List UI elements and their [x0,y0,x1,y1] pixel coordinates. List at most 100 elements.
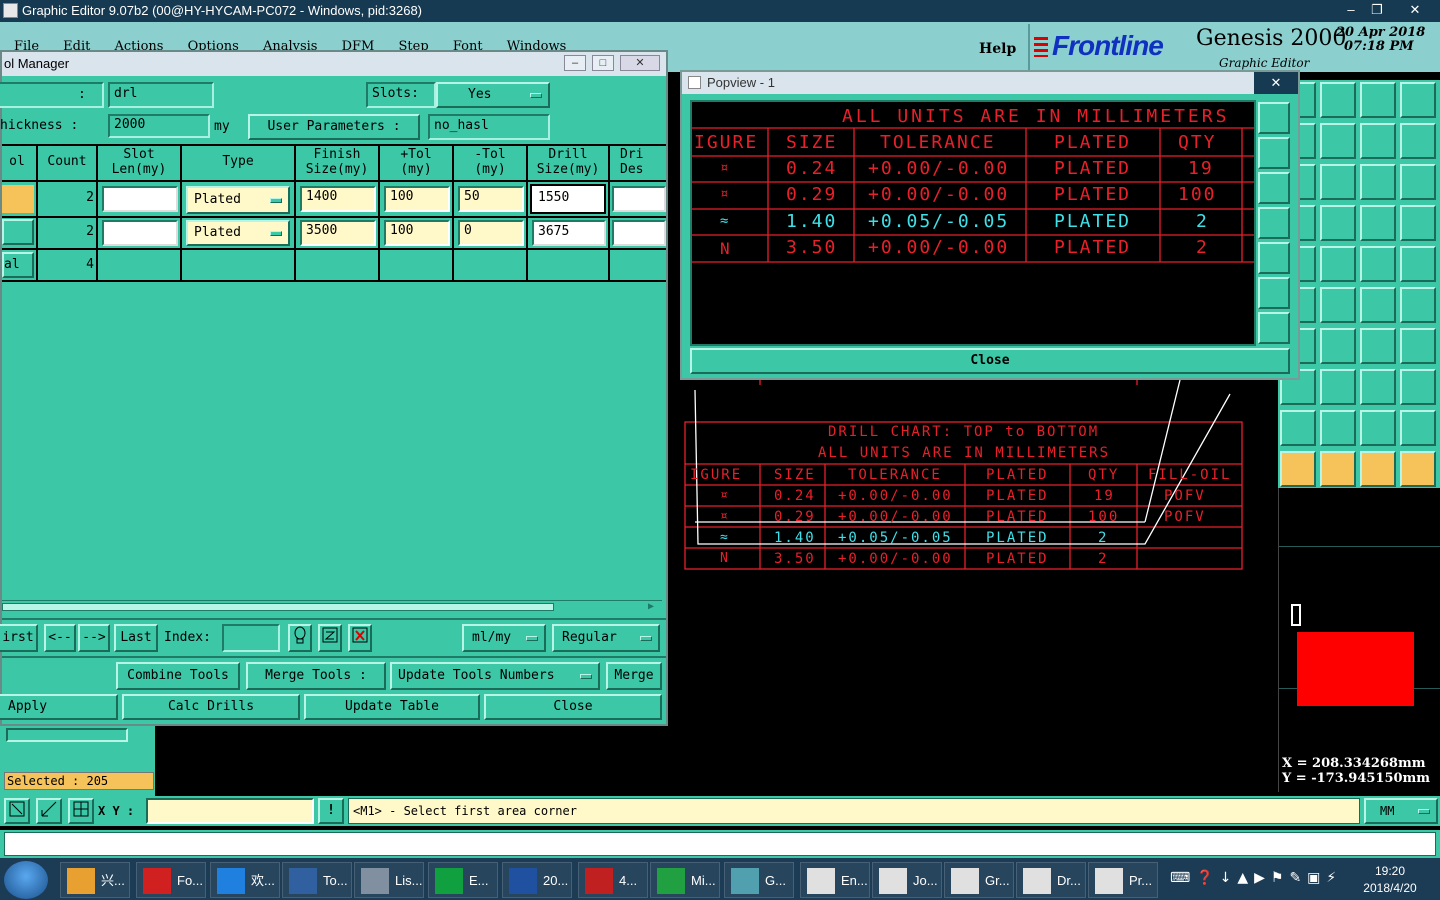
pointer-snap-icon[interactable] [1360,451,1396,487]
update-tools-numbers-select[interactable]: Update Tools Numbers [390,662,600,690]
taskbar-item[interactable]: Gr... [944,862,1014,898]
tray-icons[interactable]: ⌨❓↓▲▶⚑✎▣⚡ [1170,870,1342,886]
tm-maximize-button[interactable]: □ [592,55,614,71]
triangle-icon[interactable] [1400,369,1436,405]
taskbar-item[interactable]: Pr... [1088,862,1158,898]
popview-tool-icon[interactable] [1258,102,1290,134]
next-button[interactable]: --> [78,624,110,652]
table-scrollbar[interactable]: ▶ [2,600,662,614]
cross-icon[interactable] [1320,287,1356,323]
row2-plus-tol-input[interactable]: 100 [384,220,450,246]
link-icon[interactable] [1360,369,1396,405]
popview-tool-icon[interactable] [1258,207,1290,239]
pointer-last-icon[interactable] [1400,451,1436,487]
last-button[interactable]: Last [114,624,158,652]
lightbulb-icon[interactable] [288,624,312,652]
row1-plus-tol-input[interactable]: 100 [384,186,450,212]
row2-type-select[interactable]: Plated [186,220,290,246]
flip-icon[interactable] [1360,123,1396,159]
ruler-icon[interactable] [1320,246,1356,282]
apply-button[interactable]: Apply [0,694,118,720]
popview-close-icon[interactable]: ✕ [1254,72,1298,94]
taskbar-item[interactable]: G... [724,862,794,898]
resize-icon[interactable] [1400,123,1436,159]
prev-button[interactable]: <-- [44,624,76,652]
connect-icon[interactable] [1360,287,1396,323]
row1-finish-input[interactable]: 1400 [300,186,376,212]
row2-minus-tol-input[interactable]: 0 [458,220,524,246]
panel-icon[interactable] [1400,328,1436,364]
taskbar-item[interactable]: 20... [502,862,572,898]
units-mm-select[interactable]: MM [1364,798,1438,824]
close-window-button[interactable]: ✕ [1400,0,1430,20]
popview-close-button[interactable]: Close [690,348,1290,374]
tray-clock[interactable]: 19:20 2018/4/20 [1358,864,1422,895]
row1-minus-tol-input[interactable]: 50 [458,186,524,212]
row1-type-select[interactable]: Plated [186,186,290,214]
taskbar-item[interactable]: To... [282,862,352,898]
move-icon[interactable] [1320,82,1356,118]
taskbar-item[interactable]: Fo... [136,862,206,898]
circle-fill-icon[interactable] [1360,246,1396,282]
slots-select[interactable]: Yes [436,82,550,108]
text-icon[interactable] [1360,328,1396,364]
frame-icon[interactable] [1400,82,1436,118]
user-parameters-input[interactable]: no_hasl [428,114,550,140]
triangle-red-icon[interactable] [1320,410,1356,446]
update-table-button[interactable]: Update Table [304,694,480,720]
popview-tool-icon[interactable] [1258,242,1290,274]
sort-icon[interactable] [318,624,342,652]
merge-button[interactable]: Merge [606,662,662,690]
pointer-select-icon[interactable] [1280,451,1316,487]
arc-icon[interactable] [1400,246,1436,282]
taskbar-item[interactable]: 欢... [210,862,280,898]
row1-slot-len-input[interactable] [102,186,178,212]
row1-drill-input[interactable]: 1550 [530,184,606,214]
command-input[interactable] [4,832,1436,856]
rotate-icon[interactable] [1320,328,1356,364]
tm-close-button[interactable]: ✕ [620,55,660,71]
taskbar-item[interactable]: Lis... [354,862,424,898]
first-button[interactable]: irst [0,624,38,652]
help-icon[interactable] [1400,164,1436,200]
close-button[interactable]: Close [484,694,662,720]
center-icon[interactable] [1320,164,1356,200]
box-icon[interactable] [1320,369,1356,405]
triangle-blue-icon[interactable] [1360,410,1396,446]
zoom-fit-icon[interactable] [4,798,30,824]
index-input[interactable] [222,624,280,652]
row2-drill-input[interactable]: 3675 [532,220,606,246]
row2-drill-des-input[interactable] [612,220,666,246]
taskbar-item[interactable]: Dr... [1016,862,1086,898]
scale-icon[interactable] [1360,164,1396,200]
export-icon[interactable] [1320,123,1356,159]
row2-slot-len-input[interactable] [102,220,178,246]
grid-icon[interactable] [1320,205,1356,241]
measure-icon[interactable] [36,798,62,824]
row2-finish-input[interactable]: 3500 [300,220,376,246]
calc-drills-button[interactable]: Calc Drills [122,694,300,720]
popview-tool-icon[interactable] [1258,312,1290,344]
taskbar-item[interactable]: 4... [578,862,648,898]
triangle-up-icon[interactable] [1280,410,1316,446]
layer-input[interactable]: drl [108,82,214,108]
pointer-icon[interactable] [1400,410,1436,446]
tool-number-cell[interactable] [2,185,34,213]
combine-tools-button[interactable]: Combine Tools [116,662,240,690]
row1-drill-des-input[interactable] [612,186,666,212]
taskbar-item[interactable]: 兴... [60,862,130,898]
start-button[interactable] [4,861,48,899]
tm-minimize-button[interactable]: – [564,55,586,71]
drill-pad-icon[interactable] [1400,205,1436,241]
alert-icon[interactable]: ! [318,798,344,824]
scroll-right-icon[interactable]: ▶ [648,601,660,613]
grid-icon[interactable] [68,798,94,824]
taskbar-item[interactable]: En... [800,862,870,898]
units-select[interactable]: ml/my [462,624,546,652]
popview-tool-icon[interactable] [1258,277,1290,309]
maximize-button[interactable]: ❐ [1362,0,1392,20]
scrollbar-thumb[interactable] [2,603,554,611]
taskbar-item[interactable]: Mi... [650,862,720,898]
tool-number-cell[interactable] [2,219,34,245]
pointer-multi-icon[interactable] [1320,451,1356,487]
